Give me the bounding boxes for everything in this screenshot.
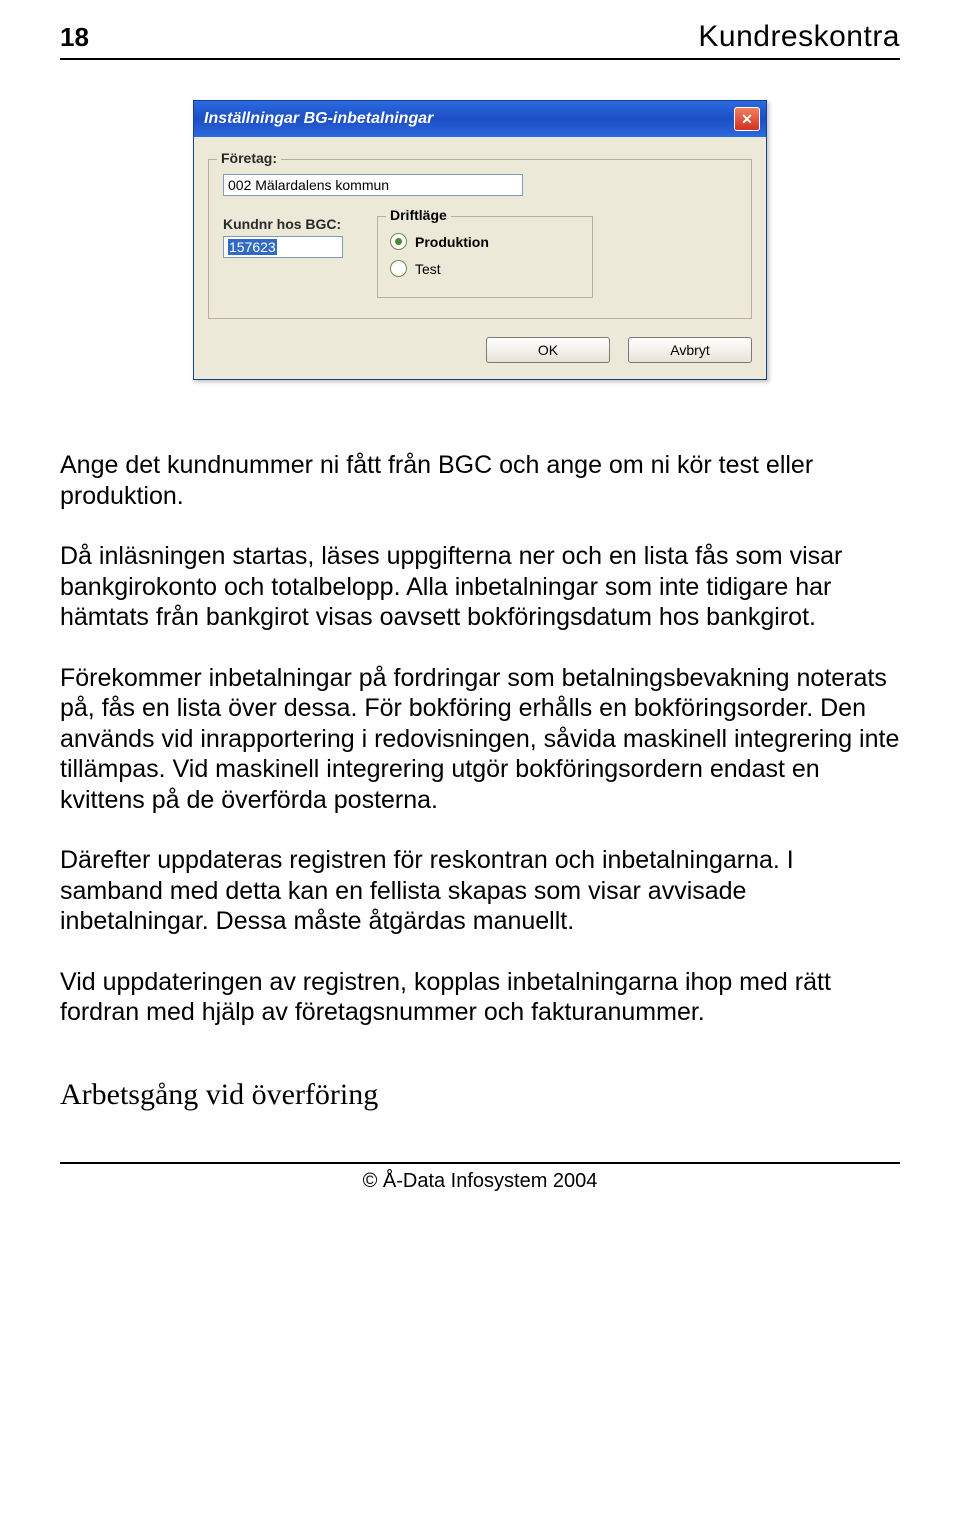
radio-test-label: Test <box>415 261 441 277</box>
paragraph: Då inläsningen startas, läses uppgiftern… <box>60 541 900 633</box>
document-title: Kundreskontra <box>698 20 900 54</box>
paragraph: Vid uppdateringen av registren, kopplas … <box>60 967 900 1028</box>
section-heading: Arbetsgång vid överföring <box>60 1078 900 1112</box>
mode-groupbox: Driftläge Produktion Test <box>377 216 593 298</box>
kundnr-label: Kundnr hos BGC: <box>223 216 343 232</box>
radio-row-test[interactable]: Test <box>390 260 580 277</box>
paragraph: Därefter uppdateras registren för reskon… <box>60 845 900 937</box>
dialog-groupbox: Företag: 002 Mälardalens kommun Kundnr h… <box>208 159 752 319</box>
footer-text: © Å-Data Infosystem 2004 <box>363 1170 598 1192</box>
radio-row-production[interactable]: Produktion <box>390 233 580 250</box>
mode-legend: Driftläge <box>386 207 451 223</box>
radio-icon[interactable] <box>390 260 407 277</box>
company-input[interactable]: 002 Mälardalens kommun <box>223 174 523 196</box>
company-value: 002 Mälardalens kommun <box>228 177 389 193</box>
ok-button[interactable]: OK <box>486 337 610 363</box>
cancel-button[interactable]: Avbryt <box>628 337 752 363</box>
page-footer: © Å-Data Infosystem 2004 <box>60 1162 900 1193</box>
paragraph: Ange det kundnummer ni fått från BGC och… <box>60 450 900 511</box>
body-text: Ange det kundnummer ni fått från BGC och… <box>60 450 900 1112</box>
close-icon[interactable]: ✕ <box>734 107 760 131</box>
page-header: 18 Kundreskontra <box>60 0 900 60</box>
radio-production-label: Produktion <box>415 234 489 250</box>
kundnr-value: 157623 <box>228 239 277 255</box>
company-label: Företag: <box>217 150 281 166</box>
paragraph: Förekommer inbetalningar på fordringar s… <box>60 663 900 816</box>
radio-icon[interactable] <box>390 233 407 250</box>
dialog-title: Inställningar BG-inbetalningar <box>204 110 433 128</box>
page-number: 18 <box>60 22 89 53</box>
kundnr-input[interactable]: 157623 <box>223 236 343 258</box>
settings-dialog: Inställningar BG-inbetalningar ✕ Företag… <box>193 100 767 380</box>
dialog-titlebar[interactable]: Inställningar BG-inbetalningar ✕ <box>194 101 766 137</box>
